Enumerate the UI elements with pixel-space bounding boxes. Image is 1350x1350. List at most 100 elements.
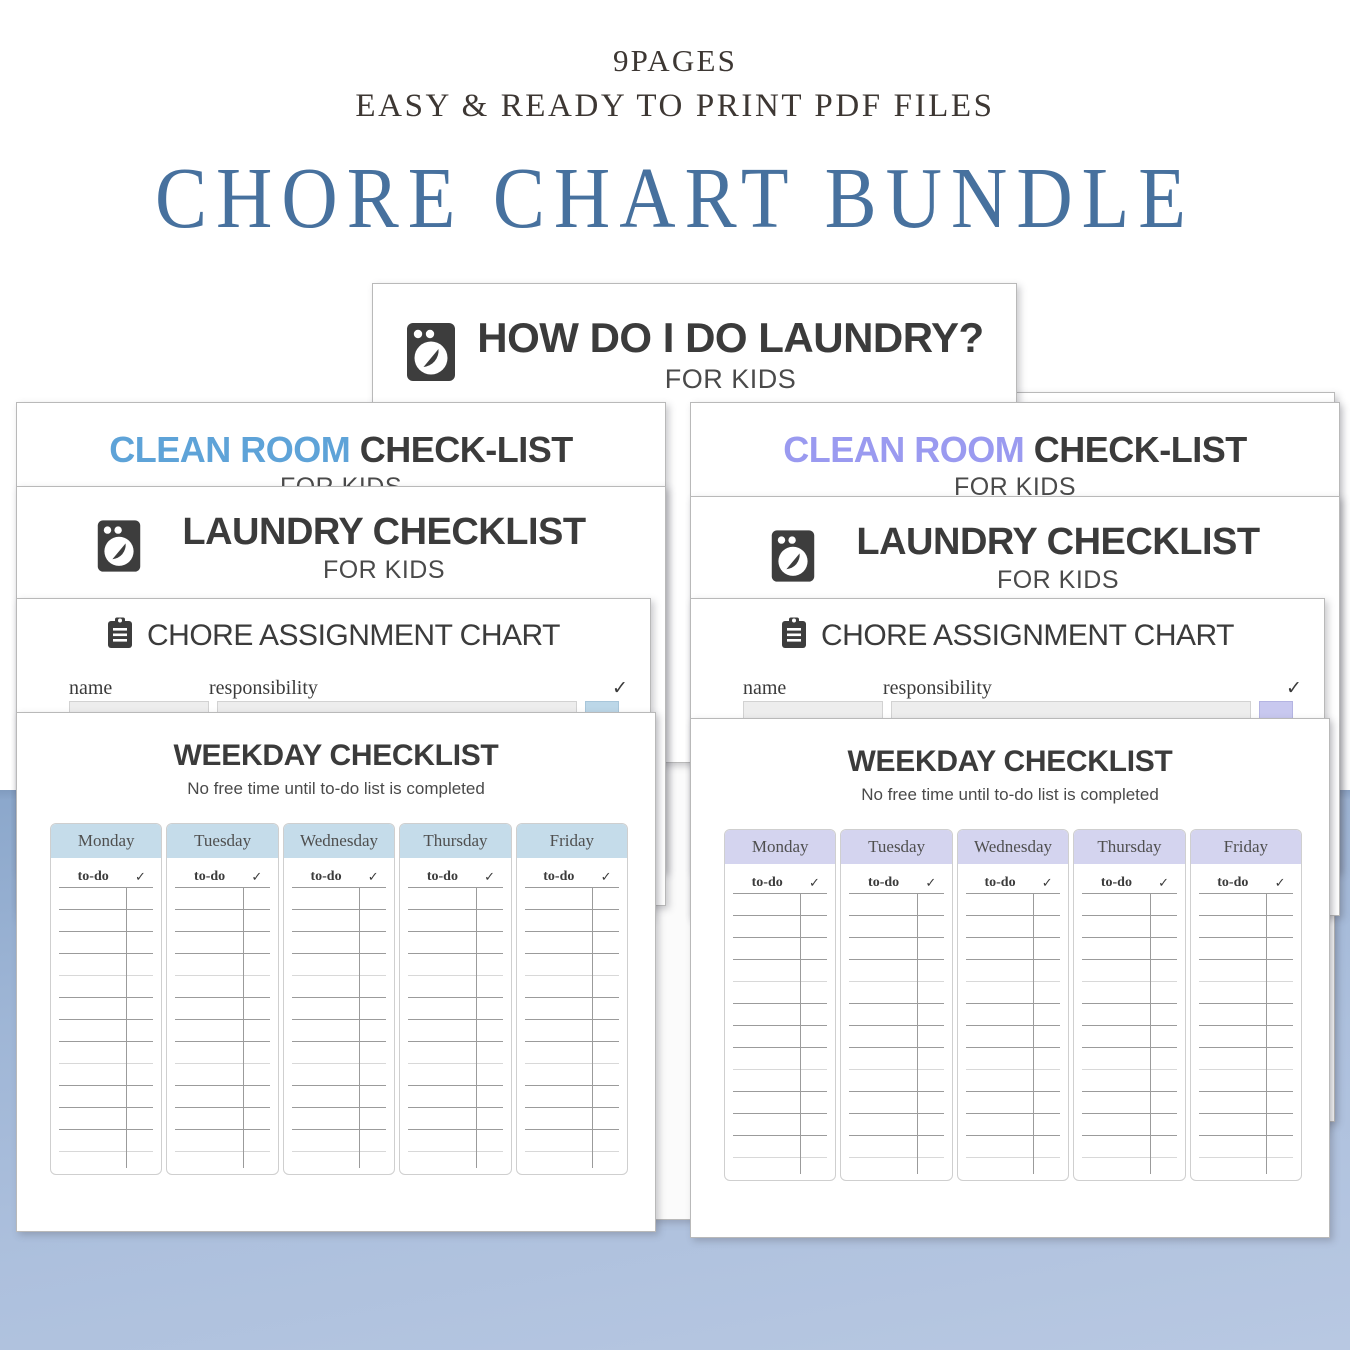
- card-weekday-checklist-blue[interactable]: WEEKDAY CHECKLIST No free time until to-…: [16, 712, 656, 1232]
- todo-entry-row[interactable]: [849, 916, 944, 938]
- todo-entry-row[interactable]: [524, 1130, 620, 1152]
- todo-entry-row[interactable]: [1082, 894, 1177, 916]
- todo-entry-row[interactable]: [1082, 1048, 1177, 1070]
- todo-entry-row[interactable]: [59, 932, 154, 954]
- todo-entry-row[interactable]: [1198, 1070, 1294, 1092]
- todo-entry-row[interactable]: [175, 1064, 270, 1086]
- todo-entry-row[interactable]: [59, 1130, 154, 1152]
- todo-entry-row[interactable]: [175, 1086, 270, 1108]
- todo-entry-row[interactable]: [733, 894, 828, 916]
- todo-entry-row[interactable]: [849, 1136, 944, 1158]
- todo-entry-row[interactable]: [965, 1070, 1061, 1092]
- todo-entry-row[interactable]: [965, 938, 1061, 960]
- todo-entry-row[interactable]: [849, 1026, 944, 1048]
- todo-entry-row[interactable]: [291, 1086, 387, 1108]
- todo-entry-row[interactable]: [1082, 1114, 1177, 1136]
- todo-entry-row[interactable]: [1082, 916, 1177, 938]
- todo-entry-row[interactable]: [1198, 1026, 1294, 1048]
- todo-entry-row[interactable]: [733, 938, 828, 960]
- todo-entry-row[interactable]: [849, 982, 944, 1004]
- todo-entry-row[interactable]: [175, 1108, 270, 1130]
- todo-entry-row[interactable]: [175, 932, 270, 954]
- todo-entry-row[interactable]: [59, 954, 154, 976]
- weekday-column-tuesday[interactable]: Tuesday to-do ✓: [166, 823, 279, 1175]
- todo-entry-row[interactable]: [59, 1042, 154, 1064]
- todo-entry-row[interactable]: [733, 1004, 828, 1026]
- todo-entry-row[interactable]: [849, 938, 944, 960]
- todo-entry-row[interactable]: [175, 976, 270, 998]
- todo-entry-row[interactable]: [175, 910, 270, 932]
- todo-entry-row[interactable]: [408, 1086, 503, 1108]
- todo-entry-row[interactable]: [524, 932, 620, 954]
- todo-entry-row[interactable]: [1082, 938, 1177, 960]
- todo-entry-row[interactable]: [408, 954, 503, 976]
- weekday-column-monday[interactable]: Monday to-do ✓: [50, 823, 163, 1175]
- todo-entry-row[interactable]: [59, 888, 154, 910]
- todo-entry-row[interactable]: [849, 1048, 944, 1070]
- todo-entry-row[interactable]: [1082, 1004, 1177, 1026]
- todo-entry-row[interactable]: [291, 976, 387, 998]
- weekday-column-wednesday[interactable]: Wednesday to-do ✓: [282, 823, 396, 1175]
- todo-entry-row[interactable]: [59, 1064, 154, 1086]
- todo-entry-row[interactable]: [291, 1130, 387, 1152]
- todo-entry-row[interactable]: [524, 888, 620, 910]
- todo-entry-row[interactable]: [965, 1114, 1061, 1136]
- todo-entry-row[interactable]: [1198, 960, 1294, 982]
- todo-entry-row[interactable]: [1082, 1092, 1177, 1114]
- todo-entry-row[interactable]: [1198, 938, 1294, 960]
- todo-entry-row[interactable]: [733, 916, 828, 938]
- todo-entry-row[interactable]: [408, 932, 503, 954]
- todo-entry-row[interactable]: [1082, 982, 1177, 1004]
- todo-entry-row[interactable]: [965, 1136, 1061, 1158]
- todo-entry-row[interactable]: [408, 1042, 503, 1064]
- todo-entry-row[interactable]: [1198, 982, 1294, 1004]
- todo-entry-row[interactable]: [849, 1004, 944, 1026]
- todo-entry-row[interactable]: [1198, 1136, 1294, 1158]
- todo-entry-row[interactable]: [849, 1070, 944, 1092]
- todo-entry-row[interactable]: [1082, 1070, 1177, 1092]
- todo-entry-row[interactable]: [408, 910, 503, 932]
- todo-entry-row[interactable]: [1198, 916, 1294, 938]
- todo-entry-row[interactable]: [524, 1064, 620, 1086]
- todo-entry-row[interactable]: [1198, 1004, 1294, 1026]
- todo-entry-row[interactable]: [965, 916, 1061, 938]
- todo-entry-row[interactable]: [408, 1108, 503, 1130]
- todo-entry-row[interactable]: [524, 1108, 620, 1130]
- todo-entry-row[interactable]: [1198, 1092, 1294, 1114]
- todo-entry-row[interactable]: [524, 1086, 620, 1108]
- todo-entry-row[interactable]: [849, 1092, 944, 1114]
- todo-entry-row[interactable]: [1198, 1048, 1294, 1070]
- todo-entry-row[interactable]: [291, 932, 387, 954]
- todo-entry-row[interactable]: [733, 1048, 828, 1070]
- todo-entry-row[interactable]: [524, 1042, 620, 1064]
- todo-entry-row[interactable]: [524, 1020, 620, 1042]
- todo-entry-row[interactable]: [524, 954, 620, 976]
- todo-entry-row[interactable]: [175, 888, 270, 910]
- todo-entry-row[interactable]: [1198, 1114, 1294, 1136]
- todo-entry-row[interactable]: [408, 998, 503, 1020]
- todo-entry-row[interactable]: [733, 982, 828, 1004]
- weekday-column-monday[interactable]: Monday to-do ✓: [724, 829, 837, 1181]
- todo-entry-row[interactable]: [408, 1064, 503, 1086]
- todo-entry-row[interactable]: [733, 1114, 828, 1136]
- todo-entry-row[interactable]: [733, 1092, 828, 1114]
- todo-entry-row[interactable]: [175, 1042, 270, 1064]
- todo-entry-row[interactable]: [733, 1070, 828, 1092]
- todo-entry-row[interactable]: [849, 1114, 944, 1136]
- todo-entry-row[interactable]: [1082, 960, 1177, 982]
- todo-entry-row[interactable]: [408, 1020, 503, 1042]
- todo-entry-row[interactable]: [291, 1020, 387, 1042]
- todo-entry-row[interactable]: [291, 954, 387, 976]
- todo-entry-row[interactable]: [965, 1048, 1061, 1070]
- todo-entry-row[interactable]: [59, 910, 154, 932]
- todo-entry-row[interactable]: [408, 976, 503, 998]
- todo-entry-row[interactable]: [291, 1108, 387, 1130]
- todo-entry-row[interactable]: [408, 888, 503, 910]
- todo-entry-row[interactable]: [291, 1064, 387, 1086]
- weekday-column-wednesday[interactable]: Wednesday to-do ✓: [956, 829, 1070, 1181]
- todo-entry-row[interactable]: [291, 998, 387, 1020]
- weekday-column-friday[interactable]: Friday to-do ✓: [515, 823, 629, 1175]
- todo-entry-row[interactable]: [59, 1020, 154, 1042]
- todo-entry-row[interactable]: [965, 1004, 1061, 1026]
- todo-entry-row[interactable]: [524, 998, 620, 1020]
